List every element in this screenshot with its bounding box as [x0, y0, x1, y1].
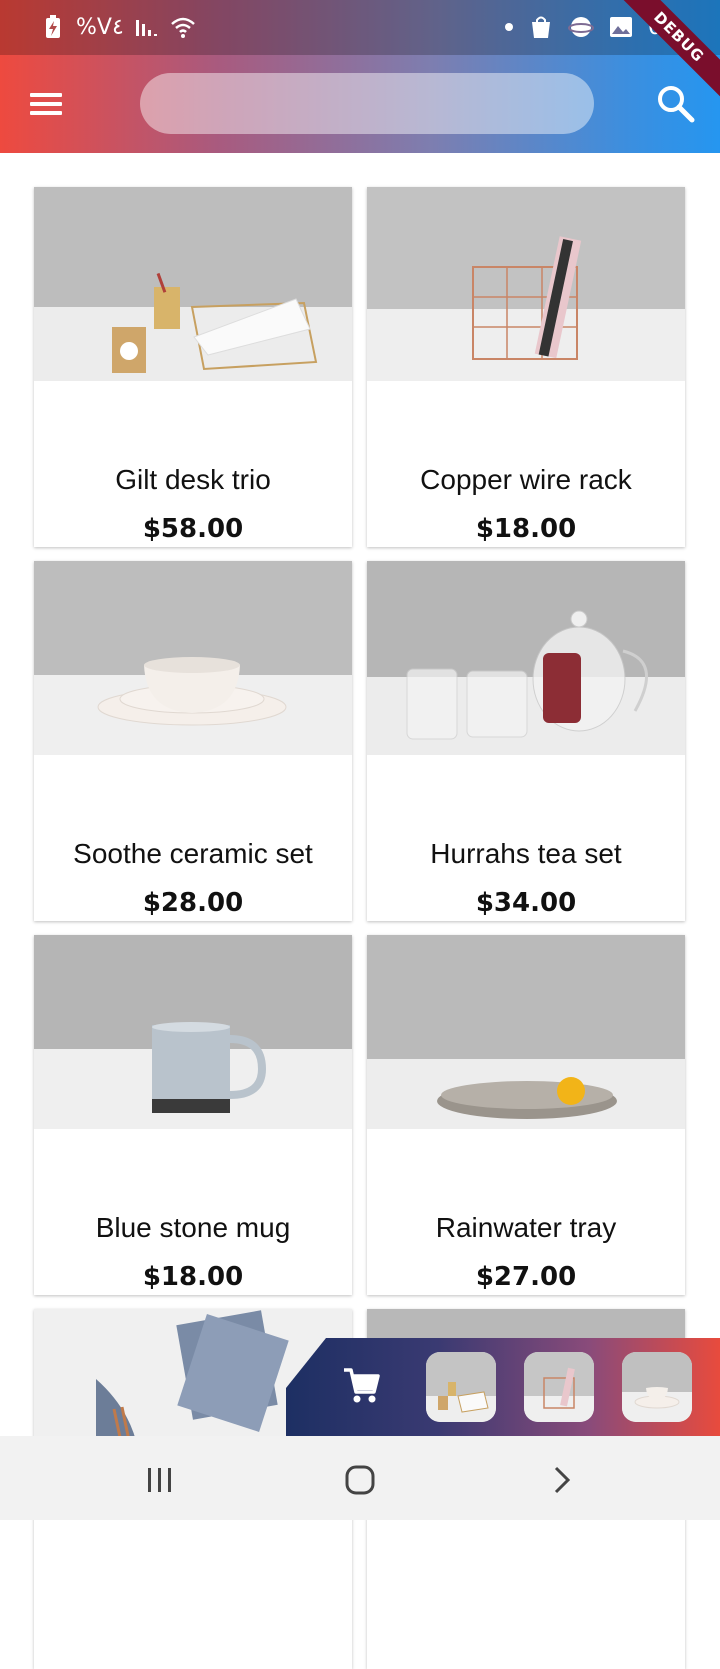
- menu-button[interactable]: [30, 88, 70, 122]
- planet-icon: [568, 17, 594, 37]
- search-icon[interactable]: [654, 82, 698, 126]
- product-card[interactable]: Copper wire rack $18.00: [367, 187, 685, 547]
- status-bar: %V٤: [0, 0, 720, 55]
- product-price: $34.00: [475, 888, 577, 918]
- product-image: [34, 935, 352, 1129]
- status-left: %V٤: [40, 14, 196, 40]
- back-icon[interactable]: [542, 1460, 582, 1500]
- cart-bar[interactable]: [286, 1338, 720, 1436]
- search-input[interactable]: [140, 73, 594, 134]
- status-left-text: %V٤: [76, 14, 124, 40]
- product-price: $18.00: [142, 1262, 244, 1292]
- hamburger-menu-icon: [30, 93, 70, 115]
- home-icon[interactable]: [340, 1460, 380, 1500]
- product-image: [34, 187, 352, 381]
- cart-item-image: [622, 1352, 692, 1422]
- product-name: Blue stone mug: [95, 1212, 291, 1243]
- signal-icon: [135, 20, 157, 36]
- product-image: [367, 561, 685, 755]
- wifi-icon: [170, 17, 195, 38]
- product-card[interactable]: Hurrahs tea set $34.00: [367, 561, 685, 921]
- system-nav-bar: [0, 1436, 720, 1520]
- product-price: $58.00: [142, 514, 244, 544]
- product-card[interactable]: Gilt desk trio $58.00: [34, 187, 352, 547]
- product-name: Soothe ceramic set: [73, 838, 313, 869]
- product-image: [367, 187, 685, 381]
- status-right: 0: [504, 14, 662, 40]
- cart-item-thumbnail[interactable]: [426, 1352, 496, 1422]
- dot-icon: [505, 23, 513, 31]
- product-card[interactable]: Soothe ceramic set $28.00: [34, 561, 352, 921]
- product-name: Rainwater tray: [435, 1212, 617, 1243]
- app-header: %V٤ DEBUG: [0, 0, 720, 153]
- product-price: $18.00: [475, 514, 577, 544]
- product-image: [34, 561, 352, 755]
- product-name: Gilt desk trio: [115, 464, 271, 495]
- image-icon: [610, 17, 632, 37]
- product-card[interactable]: Blue stone mug $18.00: [34, 935, 352, 1295]
- product-price: $27.00: [475, 1262, 577, 1292]
- product-card[interactable]: Rainwater tray $27.00: [367, 935, 685, 1295]
- cart-item-thumbnail[interactable]: [622, 1352, 692, 1422]
- cart-item-image: [426, 1352, 496, 1422]
- cart-item-thumbnail[interactable]: [524, 1352, 594, 1422]
- shopping-cart-icon[interactable]: [342, 1366, 382, 1406]
- product-image: [367, 935, 685, 1129]
- product-name: Hurrahs tea set: [430, 838, 622, 869]
- battery-charging-icon: [46, 15, 60, 38]
- product-name: Copper wire rack: [420, 464, 632, 495]
- product-price: $28.00: [142, 888, 244, 918]
- cart-item-image: [524, 1352, 594, 1422]
- shopping-bag-icon: [532, 16, 550, 38]
- recent-apps-icon[interactable]: [140, 1460, 180, 1500]
